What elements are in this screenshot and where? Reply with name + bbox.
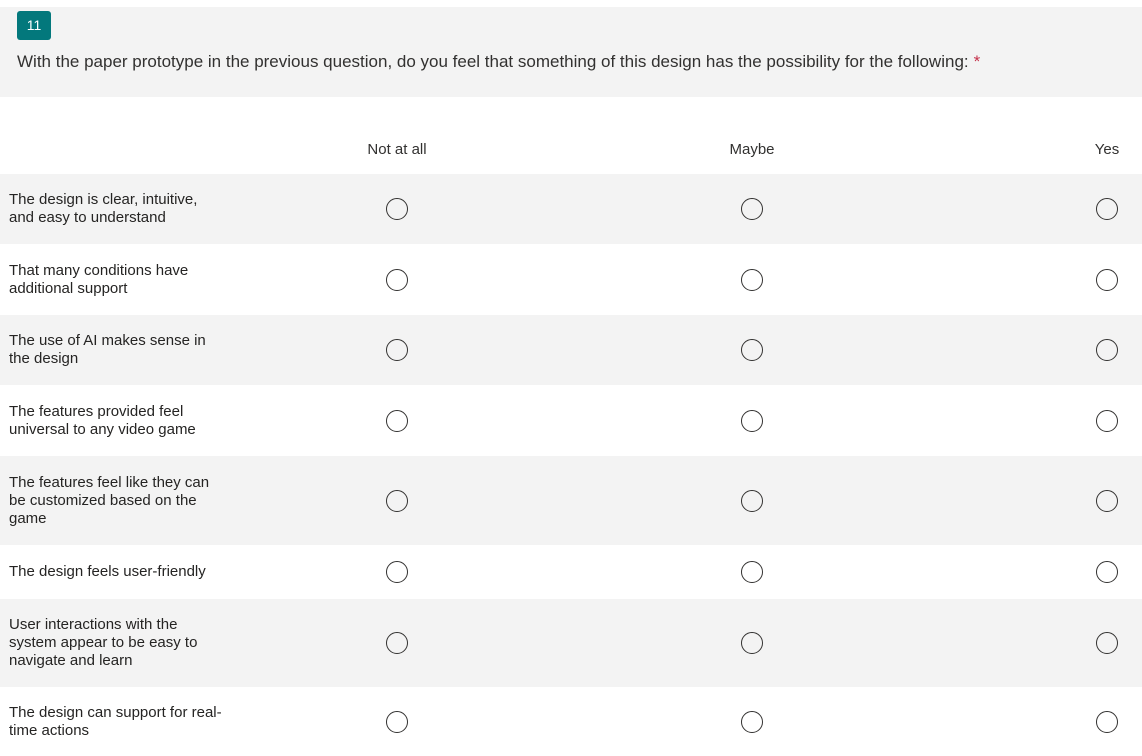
radio-maybe[interactable]: [741, 409, 763, 432]
radio-maybe[interactable]: [741, 489, 763, 512]
radio-maybe[interactable]: [741, 632, 763, 654]
question-text: With the paper prototype in the previous…: [17, 52, 969, 71]
radio-yes[interactable]: [1096, 409, 1118, 432]
radio-yes[interactable]: [1096, 339, 1118, 361]
row-label: The use of AI makes sense in the design: [9, 332, 206, 367]
table-row: User interactions with the system appear…: [0, 599, 1142, 687]
table-row: The features provided feel universal to …: [0, 385, 1142, 456]
row-label: That many conditions have additional sup…: [9, 261, 189, 297]
column-header-yes: Yes: [1094, 141, 1120, 158]
radio-yes[interactable]: [1096, 198, 1118, 220]
question-title: With the paper prototype in the previous…: [17, 52, 980, 72]
radio-maybe[interactable]: [741, 710, 763, 733]
table-row: The design feels user-friendly: [0, 545, 1142, 599]
table-row: That many conditions have additional sup…: [0, 244, 1142, 315]
radio-maybe[interactable]: [741, 268, 763, 291]
radio-not-at-all[interactable]: [386, 409, 408, 432]
row-label: User interactions with the system appear…: [9, 616, 198, 669]
row-label: The design feels user-friendly: [9, 563, 206, 580]
radio-not-at-all[interactable]: [386, 489, 408, 512]
table-row: The use of AI makes sense in the design: [0, 315, 1142, 385]
radio-not-at-all[interactable]: [386, 632, 408, 654]
row-label: The features feel like they can be custo…: [9, 473, 210, 527]
table-row: The design is clear, intuitive, and easy…: [0, 174, 1142, 244]
radio-maybe[interactable]: [741, 339, 763, 361]
radio-yes[interactable]: [1096, 268, 1118, 291]
required-marker: *: [973, 52, 981, 71]
row-label: The design is clear, intuitive, and easy…: [9, 191, 198, 226]
radio-not-at-all[interactable]: [386, 710, 408, 733]
question-header: 11 With the paper prototype in the previ…: [0, 7, 1142, 97]
radio-yes[interactable]: [1096, 489, 1118, 512]
likert-question: 11 With the paper prototype in the previ…: [0, 0, 1142, 756]
radio-yes[interactable]: [1096, 632, 1118, 654]
radio-not-at-all[interactable]: [386, 268, 408, 291]
table-row: The design can support for real-time act…: [0, 687, 1142, 756]
radio-maybe[interactable]: [741, 198, 763, 220]
radio-not-at-all[interactable]: [386, 561, 408, 583]
column-header-not-at-all: Not at all: [367, 141, 427, 158]
question-number-badge: 11: [17, 11, 51, 40]
column-header-maybe: Maybe: [729, 141, 775, 158]
radio-yes[interactable]: [1096, 561, 1118, 583]
radio-not-at-all[interactable]: [386, 198, 408, 220]
radio-maybe[interactable]: [741, 561, 763, 583]
radio-yes[interactable]: [1096, 710, 1118, 733]
table-row: The features feel like they can be custo…: [0, 456, 1142, 545]
row-label: The design can support for real-time act…: [9, 703, 222, 739]
radio-not-at-all[interactable]: [386, 339, 408, 361]
row-label: The features provided feel universal to …: [9, 402, 196, 438]
